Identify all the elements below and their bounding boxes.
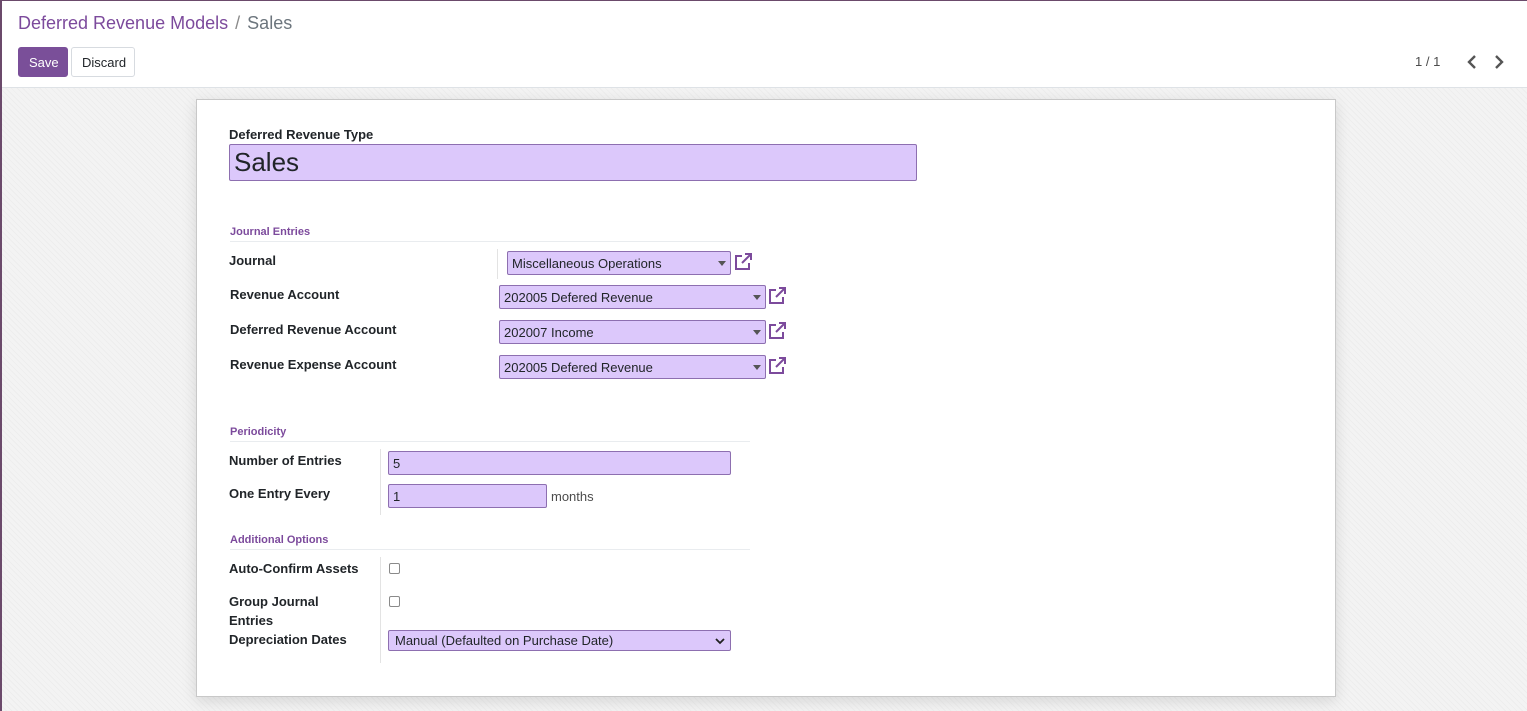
- group-journal-entries-checkbox[interactable]: [389, 596, 400, 607]
- group-journal-entries-label-line2: Entries: [229, 613, 274, 628]
- breadcrumb-parent-link[interactable]: Deferred Revenue Models: [18, 13, 228, 33]
- period-unit-label: months: [551, 489, 594, 504]
- auto-confirm-assets-checkbox[interactable]: [389, 563, 400, 574]
- auto-confirm-assets-label: Auto-Confirm Assets: [229, 561, 359, 576]
- name-label: Deferred Revenue Type: [229, 127, 374, 142]
- revenue-expense-account-select[interactable]: 202005 Defered Revenue: [499, 355, 766, 379]
- dropdown-caret-icon: [718, 261, 726, 266]
- chevron-down-icon: [715, 638, 725, 645]
- control-panel: Deferred Revenue Models / Sales Save Dis…: [2, 1, 1527, 88]
- revenue-account-label: Revenue Account: [230, 287, 340, 302]
- one-entry-every-label: One Entry Every: [229, 486, 331, 501]
- breadcrumb: Deferred Revenue Models / Sales: [18, 13, 292, 34]
- dropdown-caret-icon: [753, 365, 761, 370]
- journal-select[interactable]: Miscellaneous Operations: [507, 251, 731, 275]
- external-link-icon[interactable]: [767, 321, 787, 341]
- one-entry-every-input[interactable]: 1: [388, 484, 547, 508]
- journal-label: Journal: [229, 253, 276, 268]
- revenue-account-value: 202005 Defered Revenue: [504, 289, 653, 305]
- section-divider: [230, 241, 750, 242]
- form-sheet: Deferred Revenue Type Sales Journal Entr…: [196, 99, 1336, 697]
- group-journal-entries-label: Group Journal: [229, 594, 319, 609]
- save-button[interactable]: Save: [18, 47, 68, 77]
- revenue-expense-account-label: Revenue Expense Account: [230, 357, 397, 372]
- breadcrumb-separator: /: [235, 13, 241, 33]
- depreciation-dates-label: Depreciation Dates: [229, 632, 347, 647]
- column-divider: [380, 449, 381, 515]
- column-divider: [380, 557, 381, 663]
- section-divider: [230, 549, 750, 550]
- column-divider: [497, 249, 498, 279]
- external-link-icon[interactable]: [767, 356, 787, 376]
- discard-button[interactable]: Discard: [71, 47, 135, 77]
- section-divider: [230, 441, 750, 442]
- depreciation-dates-value: Manual (Defaulted on Purchase Date): [395, 633, 614, 648]
- journal-value: Miscellaneous Operations: [512, 255, 662, 271]
- revenue-account-select[interactable]: 202005 Defered Revenue: [499, 285, 766, 309]
- external-link-icon[interactable]: [767, 286, 787, 306]
- name-input[interactable]: Sales: [229, 144, 917, 181]
- pager-next-button[interactable]: [1491, 53, 1507, 71]
- deferred-revenue-account-label: Deferred Revenue Account: [230, 322, 397, 337]
- chevron-right-icon: [1495, 55, 1504, 69]
- breadcrumb-current: Sales: [247, 13, 293, 33]
- deferred-revenue-account-value: 202007 Income: [504, 324, 594, 340]
- pager-previous-button[interactable]: [1464, 53, 1480, 71]
- dropdown-caret-icon: [753, 330, 761, 335]
- section-title-journal-entries: Journal Entries: [230, 226, 311, 238]
- chevron-left-icon: [1467, 55, 1476, 69]
- dropdown-caret-icon: [753, 295, 761, 300]
- revenue-expense-account-value: 202005 Defered Revenue: [504, 359, 653, 375]
- number-of-entries-label: Number of Entries: [229, 453, 342, 468]
- deferred-revenue-account-select[interactable]: 202007 Income: [499, 320, 766, 344]
- section-title-periodicity: Periodicity: [230, 426, 287, 438]
- section-title-additional-options: Additional Options: [230, 534, 329, 546]
- pager-value[interactable]: 1 / 1: [1415, 54, 1440, 69]
- external-link-icon[interactable]: [733, 252, 753, 272]
- depreciation-dates-select[interactable]: Manual (Defaulted on Purchase Date): [388, 630, 731, 651]
- number-of-entries-input[interactable]: 5: [388, 451, 731, 475]
